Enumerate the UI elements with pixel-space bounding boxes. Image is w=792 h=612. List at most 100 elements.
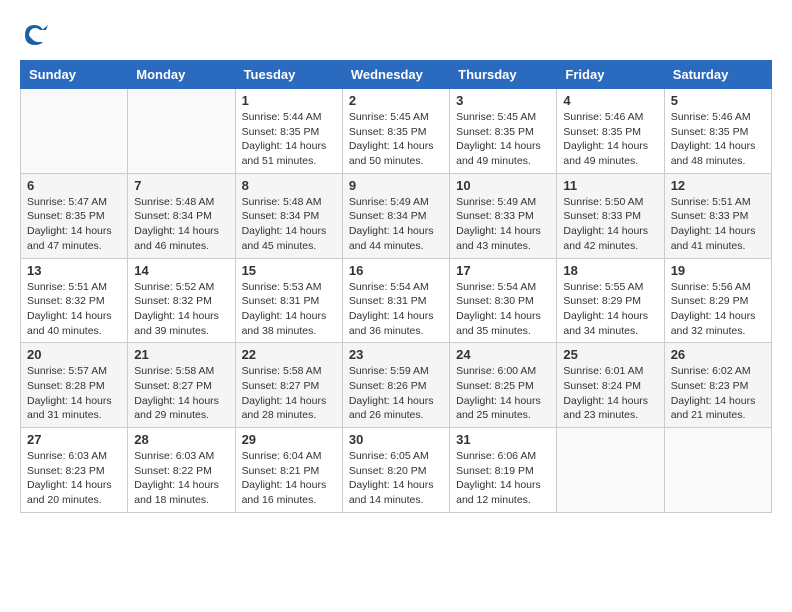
calendar-day-cell: 24 Sunrise: 6:00 AMSunset: 8:25 PMDayligh… [450, 343, 557, 428]
day-number: 24 [456, 347, 550, 362]
calendar-day-cell: 8 Sunrise: 5:48 AMSunset: 8:34 PMDaylight… [235, 173, 342, 258]
day-info: Sunrise: 5:51 AMSunset: 8:33 PMDaylight:… [671, 195, 765, 254]
calendar-week-row: 6 Sunrise: 5:47 AMSunset: 8:35 PMDaylight… [21, 173, 772, 258]
calendar-day-cell: 11 Sunrise: 5:50 AMSunset: 8:33 PMDayligh… [557, 173, 664, 258]
calendar-day-cell: 21Sunrise: 5:58 AMSunset: 8:27 PMDayligh… [128, 343, 235, 428]
day-info: Sunrise: 6:04 AMSunset: 8:21 PMDaylight:… [242, 449, 336, 508]
calendar-header-row: SundayMondayTuesdayWednesdayThursdayFrid… [21, 61, 772, 89]
day-info: Sunrise: 5:48 AMSunset: 8:34 PMDaylight:… [242, 195, 336, 254]
day-number: 6 [27, 178, 121, 193]
day-number: 26 [671, 347, 765, 362]
day-info: Sunrise: 6:02 AMSunset: 8:23 PMDaylight:… [671, 364, 765, 423]
calendar-day-cell: 5 Sunrise: 5:46 AMSunset: 8:35 PMDaylight… [664, 89, 771, 174]
calendar-day-cell [557, 428, 664, 513]
calendar-day-cell: 19 Sunrise: 5:56 AMSunset: 8:29 PMDayligh… [664, 258, 771, 343]
calendar-day-cell: 2 Sunrise: 5:45 AMSunset: 8:35 PMDaylight… [342, 89, 449, 174]
day-number: 20 [27, 347, 121, 362]
day-number: 1 [242, 93, 336, 108]
calendar-week-row: 1 Sunrise: 5:44 AMSunset: 8:35 PMDaylight… [21, 89, 772, 174]
day-number: 2 [349, 93, 443, 108]
weekday-header: Friday [557, 61, 664, 89]
day-number: 10 [456, 178, 550, 193]
weekday-header: Thursday [450, 61, 557, 89]
day-number: 14 [134, 263, 228, 278]
day-info: Sunrise: 5:52 AMSunset: 8:32 PMDaylight:… [134, 280, 228, 339]
weekday-header: Saturday [664, 61, 771, 89]
day-info: Sunrise: 5:48 AMSunset: 8:34 PMDaylight:… [134, 195, 228, 254]
calendar-day-cell: 14 Sunrise: 5:52 AMSunset: 8:32 PMDayligh… [128, 258, 235, 343]
day-info: Sunrise: 6:03 AMSunset: 8:23 PMDaylight:… [27, 449, 121, 508]
weekday-header: Tuesday [235, 61, 342, 89]
day-info: Sunrise: 5:50 AMSunset: 8:33 PMDaylight:… [563, 195, 657, 254]
day-info: Sunrise: 5:44 AMSunset: 8:35 PMDaylight:… [242, 110, 336, 169]
day-number: 8 [242, 178, 336, 193]
calendar-day-cell: 17 Sunrise: 5:54 AMSunset: 8:30 PMDayligh… [450, 258, 557, 343]
calendar-day-cell [21, 89, 128, 174]
day-number: 3 [456, 93, 550, 108]
day-number: 13 [27, 263, 121, 278]
calendar-day-cell: 16Sunrise: 5:54 AMSunset: 8:31 PMDayligh… [342, 258, 449, 343]
calendar-day-cell: 28Sunrise: 6:03 AMSunset: 8:22 PMDayligh… [128, 428, 235, 513]
calendar-day-cell: 1 Sunrise: 5:44 AMSunset: 8:35 PMDaylight… [235, 89, 342, 174]
calendar-day-cell: 10 Sunrise: 5:49 AMSunset: 8:33 PMDayligh… [450, 173, 557, 258]
day-info: Sunrise: 5:46 AMSunset: 8:35 PMDaylight:… [671, 110, 765, 169]
day-info: Sunrise: 6:05 AMSunset: 8:20 PMDaylight:… [349, 449, 443, 508]
day-info: Sunrise: 5:58 AMSunset: 8:27 PMDaylight:… [242, 364, 336, 423]
day-info: Sunrise: 5:45 AMSunset: 8:35 PMDaylight:… [349, 110, 443, 169]
day-info: Sunrise: 5:55 AMSunset: 8:29 PMDaylight:… [563, 280, 657, 339]
day-number: 23 [349, 347, 443, 362]
calendar-week-row: 27Sunrise: 6:03 AMSunset: 8:23 PMDayligh… [21, 428, 772, 513]
day-number: 7 [134, 178, 228, 193]
day-info: Sunrise: 6:01 AMSunset: 8:24 PMDaylight:… [563, 364, 657, 423]
day-number: 17 [456, 263, 550, 278]
day-number: 11 [563, 178, 657, 193]
calendar-day-cell [128, 89, 235, 174]
calendar-week-row: 20 Sunrise: 5:57 AMSunset: 8:28 PMDayligh… [21, 343, 772, 428]
day-info: Sunrise: 5:57 AMSunset: 8:28 PMDaylight:… [27, 364, 121, 423]
calendar-day-cell: 22 Sunrise: 5:58 AMSunset: 8:27 PMDayligh… [235, 343, 342, 428]
calendar-day-cell: 15Sunrise: 5:53 AMSunset: 8:31 PMDayligh… [235, 258, 342, 343]
day-info: Sunrise: 5:45 AMSunset: 8:35 PMDaylight:… [456, 110, 550, 169]
day-number: 9 [349, 178, 443, 193]
day-info: Sunrise: 5:49 AMSunset: 8:34 PMDaylight:… [349, 195, 443, 254]
day-number: 4 [563, 93, 657, 108]
calendar-day-cell: 6 Sunrise: 5:47 AMSunset: 8:35 PMDaylight… [21, 173, 128, 258]
day-info: Sunrise: 5:49 AMSunset: 8:33 PMDaylight:… [456, 195, 550, 254]
day-info: Sunrise: 6:00 AMSunset: 8:25 PMDaylight:… [456, 364, 550, 423]
calendar-day-cell: 29 Sunrise: 6:04 AMSunset: 8:21 PMDayligh… [235, 428, 342, 513]
calendar-day-cell [664, 428, 771, 513]
day-info: Sunrise: 5:56 AMSunset: 8:29 PMDaylight:… [671, 280, 765, 339]
day-number: 28 [134, 432, 228, 447]
calendar-day-cell: 4Sunrise: 5:46 AMSunset: 8:35 PMDaylight… [557, 89, 664, 174]
calendar-day-cell: 13Sunrise: 5:51 AMSunset: 8:32 PMDayligh… [21, 258, 128, 343]
logo [20, 20, 55, 50]
day-info: Sunrise: 5:47 AMSunset: 8:35 PMDaylight:… [27, 195, 121, 254]
calendar-day-cell: 18 Sunrise: 5:55 AMSunset: 8:29 PMDayligh… [557, 258, 664, 343]
day-info: Sunrise: 5:53 AMSunset: 8:31 PMDaylight:… [242, 280, 336, 339]
calendar-day-cell: 23Sunrise: 5:59 AMSunset: 8:26 PMDayligh… [342, 343, 449, 428]
day-info: Sunrise: 5:54 AMSunset: 8:30 PMDaylight:… [456, 280, 550, 339]
day-number: 29 [242, 432, 336, 447]
page-header [20, 20, 772, 50]
calendar-day-cell: 7 Sunrise: 5:48 AMSunset: 8:34 PMDaylight… [128, 173, 235, 258]
day-number: 19 [671, 263, 765, 278]
day-number: 22 [242, 347, 336, 362]
day-number: 21 [134, 347, 228, 362]
calendar-day-cell: 12 Sunrise: 5:51 AMSunset: 8:33 PMDayligh… [664, 173, 771, 258]
calendar-day-cell: 20 Sunrise: 5:57 AMSunset: 8:28 PMDayligh… [21, 343, 128, 428]
weekday-header: Monday [128, 61, 235, 89]
weekday-header: Wednesday [342, 61, 449, 89]
day-number: 16 [349, 263, 443, 278]
calendar-day-cell: 27Sunrise: 6:03 AMSunset: 8:23 PMDayligh… [21, 428, 128, 513]
calendar-day-cell: 30Sunrise: 6:05 AMSunset: 8:20 PMDayligh… [342, 428, 449, 513]
day-number: 18 [563, 263, 657, 278]
calendar-table: SundayMondayTuesdayWednesdayThursdayFrid… [20, 60, 772, 513]
day-number: 25 [563, 347, 657, 362]
day-number: 5 [671, 93, 765, 108]
day-info: Sunrise: 6:06 AMSunset: 8:19 PMDaylight:… [456, 449, 550, 508]
calendar-day-cell: 9 Sunrise: 5:49 AMSunset: 8:34 PMDaylight… [342, 173, 449, 258]
day-number: 31 [456, 432, 550, 447]
day-number: 12 [671, 178, 765, 193]
calendar-day-cell: 31 Sunrise: 6:06 AMSunset: 8:19 PMDayligh… [450, 428, 557, 513]
weekday-header: Sunday [21, 61, 128, 89]
